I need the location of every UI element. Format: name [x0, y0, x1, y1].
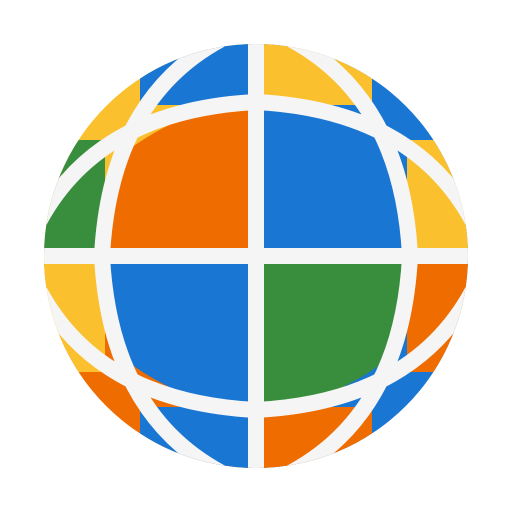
globe-fill	[44, 44, 468, 468]
globe-grid	[44, 44, 468, 468]
globe-icon	[44, 44, 468, 468]
logo-canvas	[0, 0, 512, 512]
